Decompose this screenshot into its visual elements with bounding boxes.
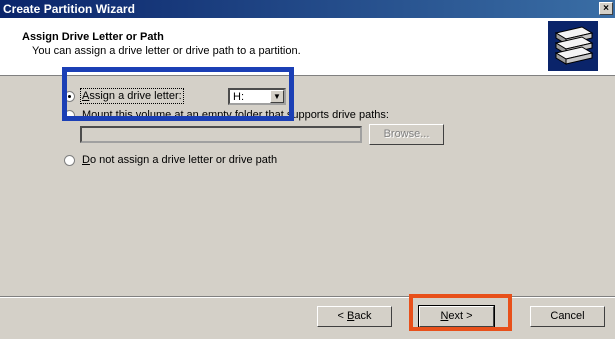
window-title: Create Partition Wizard bbox=[3, 2, 135, 16]
highlight-box-orange bbox=[409, 294, 512, 331]
close-button[interactable]: × bbox=[599, 2, 613, 15]
back-button[interactable]: < Back bbox=[317, 306, 392, 327]
back-rest: ack bbox=[354, 310, 372, 322]
no-assign-radio[interactable] bbox=[64, 155, 75, 166]
cancel-button[interactable]: Cancel bbox=[530, 306, 605, 327]
highlight-box-blue bbox=[62, 67, 294, 121]
back-prefix: < bbox=[337, 310, 347, 322]
no-assign-text: o not assign a drive letter or drive pat… bbox=[89, 154, 278, 166]
title-bar: Create Partition Wizard × bbox=[0, 0, 615, 18]
header-subtitle: You can assign a drive letter or drive p… bbox=[32, 45, 301, 57]
folder-path-field[interactable] bbox=[80, 126, 362, 143]
disk-stack-icon bbox=[548, 21, 598, 71]
no-assign-accel: D bbox=[82, 154, 90, 166]
header-title: Assign Drive Letter or Path bbox=[22, 31, 164, 43]
footer-divider bbox=[0, 296, 615, 298]
browse-button[interactable]: Browse... bbox=[369, 124, 444, 145]
no-assign-label[interactable]: Do not assign a drive letter or drive pa… bbox=[82, 154, 277, 166]
